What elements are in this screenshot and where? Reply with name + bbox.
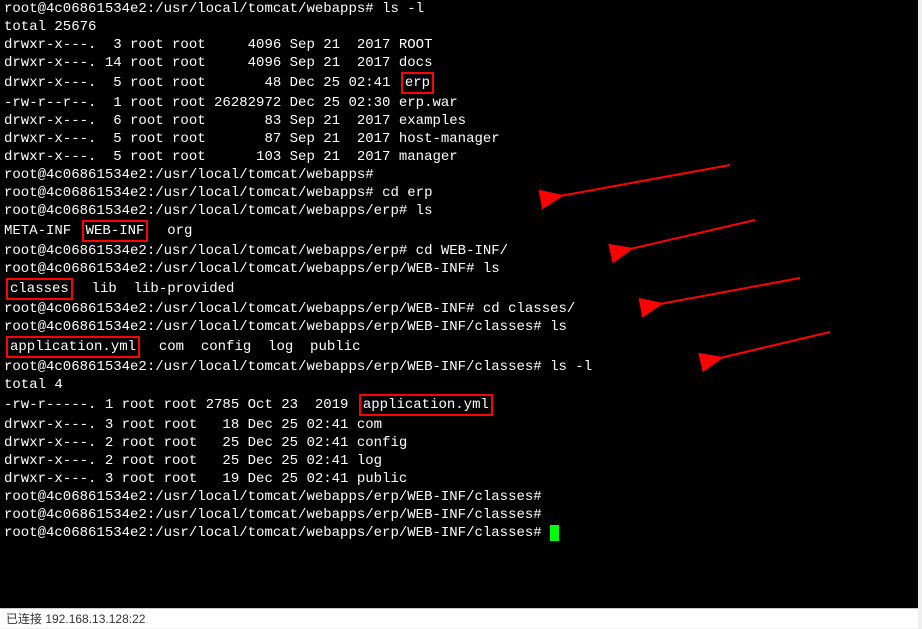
highlight-classes: classes	[6, 278, 73, 300]
ls-output: classes lib lib-provided	[4, 278, 914, 300]
command: ls -l	[382, 1, 424, 17]
ls-output: META-INF WEB-INF org	[4, 220, 914, 242]
terminal-window[interactable]: root@4c06861534e2:/usr/local/tomcat/weba…	[0, 0, 918, 608]
prompt: root@4c06861534e2:/usr/local/tomcat/weba…	[4, 1, 374, 17]
ls-entry: drwxr-x---. 14 root root 4096 Sep 21 201…	[4, 54, 914, 72]
prompt: root@4c06861534e2:/usr/local/tomcat/weba…	[4, 489, 542, 505]
prompt: root@4c06861534e2:/usr/local/tomcat/weba…	[4, 167, 374, 183]
prompt: root@4c06861534e2:/usr/local/tomcat/weba…	[4, 185, 374, 201]
prompt: root@4c06861534e2:/usr/local/tomcat/weba…	[4, 301, 474, 317]
ls-output: application.yml com config log public	[4, 336, 914, 358]
output: total 4	[4, 376, 914, 394]
prompt: root@4c06861534e2:/usr/local/tomcat/weba…	[4, 359, 542, 375]
command: ls -l	[550, 359, 592, 375]
command: cd erp	[382, 185, 432, 201]
highlight-erp: erp	[401, 72, 434, 94]
command: ls	[416, 203, 433, 219]
ls-entry: drwxr-x---. 5 root root 48 Dec 25 02:41 …	[4, 72, 914, 94]
prompt: root@4c06861534e2:/usr/local/tomcat/weba…	[4, 243, 407, 259]
ls-entry: drwxr-x---. 5 root root 87 Sep 21 2017 h…	[4, 130, 914, 148]
prompt: root@4c06861534e2:/usr/local/tomcat/weba…	[4, 203, 407, 219]
ls-entry: -rw-r--r--. 1 root root 26282972 Dec 25 …	[4, 94, 914, 112]
prompt: root@4c06861534e2:/usr/local/tomcat/weba…	[4, 525, 542, 541]
ls-entry: drwxr-x---. 3 root root 19 Dec 25 02:41 …	[4, 470, 914, 488]
prompt: root@4c06861534e2:/usr/local/tomcat/weba…	[4, 319, 542, 335]
highlight-application-yml: application.yml	[6, 336, 140, 358]
prompt: root@4c06861534e2:/usr/local/tomcat/weba…	[4, 261, 474, 277]
ls-entry: drwxr-x---. 5 root root 103 Sep 21 2017 …	[4, 148, 914, 166]
ls-entry: drwxr-x---. 3 root root 4096 Sep 21 2017…	[4, 36, 914, 54]
highlight-application-yml-file: application.yml	[359, 394, 493, 416]
highlight-webinf: WEB-INF	[82, 220, 149, 242]
output: total 25676	[4, 18, 914, 36]
status-bar: 已连接 192.168.13.128:22	[0, 608, 918, 628]
ls-entry: drwxr-x---. 2 root root 25 Dec 25 02:41 …	[4, 452, 914, 470]
prompt: root@4c06861534e2:/usr/local/tomcat/weba…	[4, 507, 542, 523]
command: cd WEB-INF/	[416, 243, 508, 259]
command: ls	[550, 319, 567, 335]
command: ls	[483, 261, 500, 277]
ls-entry: drwxr-x---. 3 root root 18 Dec 25 02:41 …	[4, 416, 914, 434]
command: cd classes/	[483, 301, 575, 317]
ls-entry: drwxr-x---. 6 root root 83 Sep 21 2017 e…	[4, 112, 914, 130]
ls-entry: -rw-r-----. 1 root root 2785 Oct 23 2019…	[4, 394, 914, 416]
cursor	[550, 525, 559, 541]
ls-entry: drwxr-x---. 2 root root 25 Dec 25 02:41 …	[4, 434, 914, 452]
